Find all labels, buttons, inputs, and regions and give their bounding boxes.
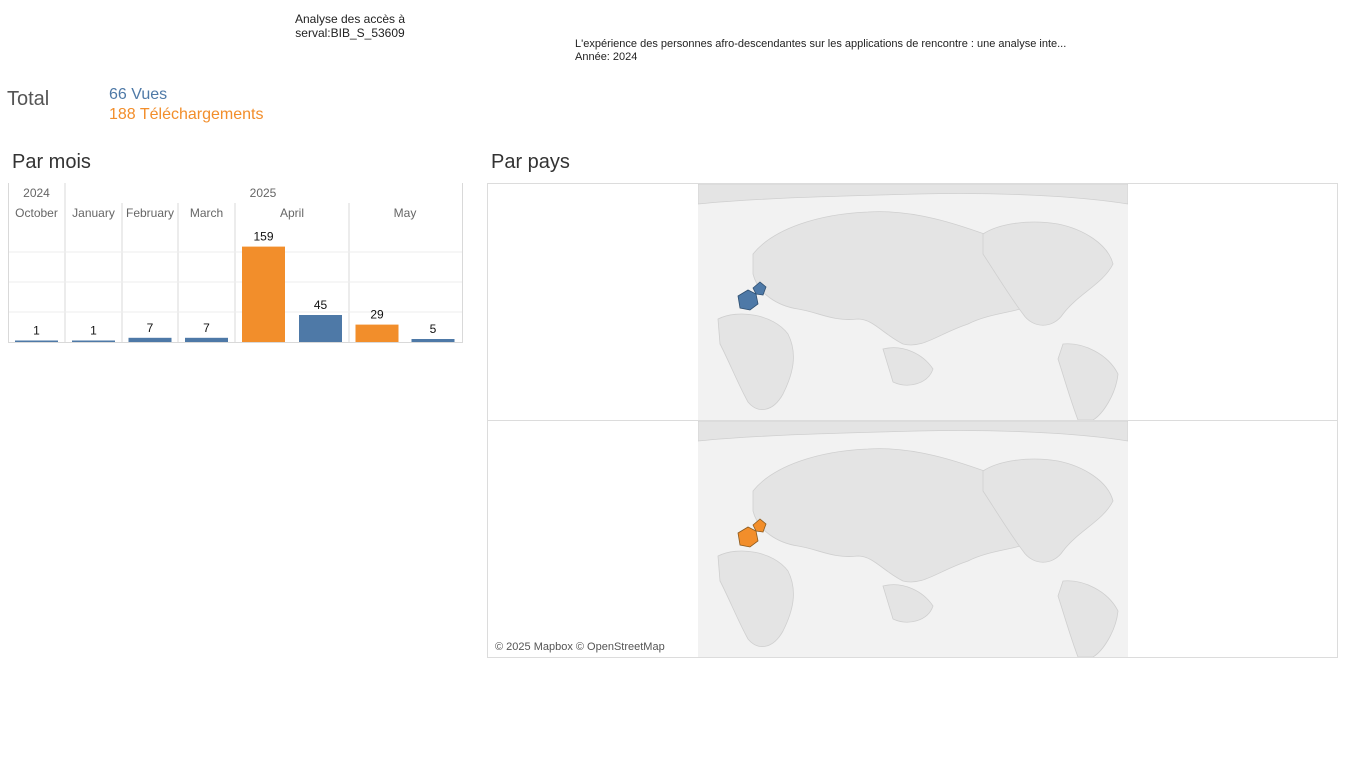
bar-value-october-vues: 1 [33,324,40,338]
map-vues[interactable] [698,184,1128,420]
bar-value-april-vues: 45 [314,298,328,312]
bar-value-may-vues: 5 [430,322,437,336]
document-title: L'expérience des personnes afro-descenda… [575,38,1067,50]
month-label-may: May [394,206,417,220]
bar-value-february-vues: 7 [147,321,154,335]
monthly-bar-chart-svg: 2024 2025 October January February March April… [8,183,463,343]
month-label-april: April [280,206,304,220]
bar-october-vues[interactable] [15,340,58,343]
report-title-line2: serval:BIB_S_53609 [295,26,405,40]
document-year: Année: 2024 [575,51,638,63]
month-label-october: October [15,206,58,220]
total-telechargements[interactable]: 188 Téléchargements [109,106,263,124]
report-title: Analyse des accès à serval:BIB_S_53609 [250,12,450,40]
bar-april-vues[interactable] [299,315,342,342]
bar-value-may-telechargements: 29 [370,308,384,322]
document-info: L'expérience des personnes afro-descenda… [575,38,1066,64]
report-title-line1: Analyse des accès à [294,12,406,26]
monthly-bar-chart: 2024 2025 October January February March April… [8,183,464,344]
year-label-2024: 2024 [23,186,50,200]
bar-january-vues[interactable] [72,340,115,343]
bar-value-january-vues: 1 [90,324,97,338]
par-pays-title: Par pays [491,151,570,173]
total-label: Total [7,88,50,110]
bar-value-april-telechargements: 159 [253,230,273,244]
bar-april-telechargements[interactable] [242,246,285,342]
map-telechargements[interactable] [698,421,1128,657]
bar-value-march-vues: 7 [203,321,210,335]
bar-may-telechargements[interactable] [355,324,399,342]
bar-february-vues[interactable] [128,337,172,342]
par-mois-title: Par mois [12,151,91,173]
map-divider [488,420,1337,421]
month-label-february: February [126,206,174,220]
map-attribution[interactable]: © 2025 Mapbox © OpenStreetMap [495,641,665,653]
bar-march-vues[interactable] [185,337,228,342]
year-label-2025: 2025 [250,186,277,200]
bar-may-vues[interactable] [411,339,455,342]
month-label-march: March [190,206,223,220]
total-vues[interactable]: 66 Vues [109,86,167,104]
month-label-january: January [72,206,115,220]
